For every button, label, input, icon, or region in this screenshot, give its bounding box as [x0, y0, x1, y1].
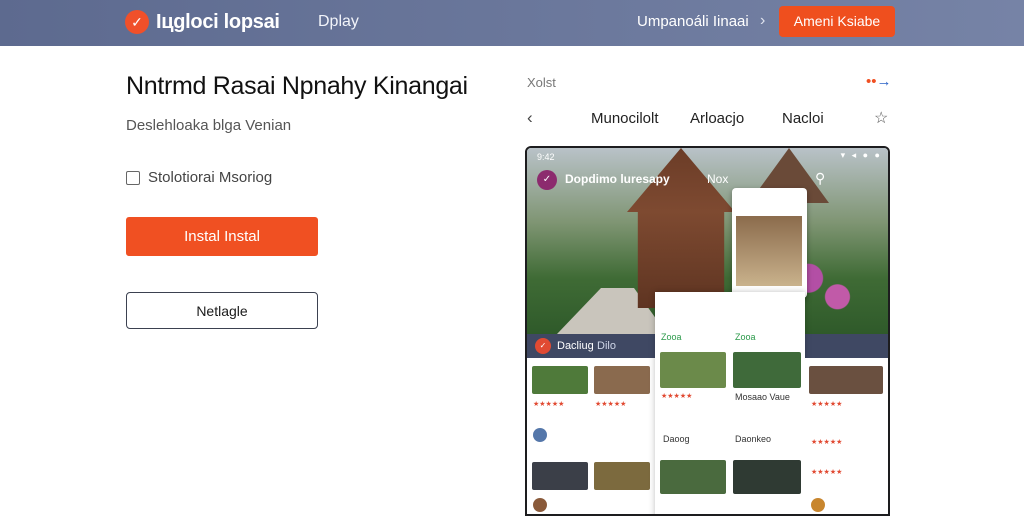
- chevron-right-icon[interactable]: ›: [760, 12, 765, 30]
- top-nav-bar: ✓ Іцgloci lopsai Dplay Umpanoáli Iinaai …: [0, 0, 1024, 46]
- app-badge-icon: ✓: [537, 170, 557, 190]
- avatar: [533, 428, 547, 442]
- bookmark-icon[interactable]: ☆: [874, 108, 888, 128]
- avatar: [533, 498, 547, 512]
- app-toolbar-sub: Dilo: [597, 340, 616, 352]
- nav-link-display[interactable]: Dplay: [318, 13, 359, 31]
- list-item-text: Daoog: [663, 434, 690, 444]
- search-icon: ⚲: [815, 170, 826, 186]
- highlight-label: Zooa: [735, 332, 756, 342]
- page-title: Nntrmd Rasai Npnahy Kinangai: [126, 72, 468, 100]
- option-checkbox[interactable]: [126, 171, 140, 185]
- check-icon[interactable]: ✓: [125, 10, 149, 34]
- status-icons: ▾ ◂ ● ●: [840, 150, 882, 160]
- rating-stars: ★★★★★: [533, 401, 565, 408]
- list-thumb: [594, 462, 650, 490]
- list-column: ★★★★★ ★★★★★: [527, 358, 655, 514]
- list-thumb: [660, 460, 726, 494]
- list-thumb: [660, 352, 726, 388]
- list-column-featured: Zooa Zooa ★★★★★ Mosaao Vaue Daoog Daonke…: [655, 292, 805, 514]
- list-thumb: [532, 366, 588, 394]
- app-title: Dopdimo luresapy: [565, 172, 670, 186]
- rating-stars: ★★★★★: [595, 401, 627, 408]
- app-subtitle: Nox: [707, 172, 729, 186]
- highlight-label: Zooa: [661, 332, 682, 342]
- tab-1[interactable]: Munocilolt: [591, 110, 659, 127]
- list-thumb: [733, 352, 801, 388]
- header-cta-button[interactable]: Ameni Ksiabe: [779, 6, 895, 37]
- list-thumb: [733, 460, 801, 494]
- arrow-right-icon[interactable]: ••→: [866, 73, 892, 90]
- preview-label: Xolst: [527, 75, 556, 90]
- list-thumb: [809, 366, 883, 394]
- install-button[interactable]: Instal Instal: [126, 217, 318, 256]
- rating-stars: ★★★★★: [811, 439, 843, 446]
- brand-name[interactable]: Іцgloci lopsai: [156, 11, 280, 34]
- app-screenshot-preview: 9:42 ▾ ◂ ● ● ✓ Dopdimo luresapy Nox ⚲ ✓ …: [525, 146, 890, 516]
- page-subtitle: Deslehloaka blga Venian: [126, 117, 292, 134]
- app-toolbar-icon: ✓: [535, 338, 551, 354]
- status-time: 9:42: [537, 152, 555, 162]
- avatar: [811, 498, 825, 512]
- list-column: ★★★★★ ★★★★★ ★★★★★: [805, 358, 888, 514]
- chevron-left-icon[interactable]: ‹: [527, 108, 533, 128]
- rating-stars: ★★★★★: [661, 393, 693, 400]
- list-thumb: [532, 462, 588, 490]
- overlay-card: [732, 188, 807, 298]
- list-item-text: Mosaao Vaue: [735, 392, 790, 402]
- tab-3[interactable]: Nacloi: [782, 110, 824, 127]
- secondary-button[interactable]: Netlagle: [126, 292, 318, 329]
- app-toolbar-title: Dacliug: [557, 340, 594, 352]
- list-item-text: Daonkeo: [735, 434, 772, 444]
- overlay-image: [736, 216, 802, 286]
- checkbox-label: Stolotiorai Msoriog: [148, 169, 273, 186]
- list-thumb: [594, 366, 650, 394]
- tab-2[interactable]: Arloacjo: [690, 110, 744, 127]
- nav-link-account[interactable]: Umpanoáli Iinaai: [637, 13, 749, 30]
- rating-stars: ★★★★★: [811, 401, 843, 408]
- rating-stars: ★★★★★: [811, 469, 843, 476]
